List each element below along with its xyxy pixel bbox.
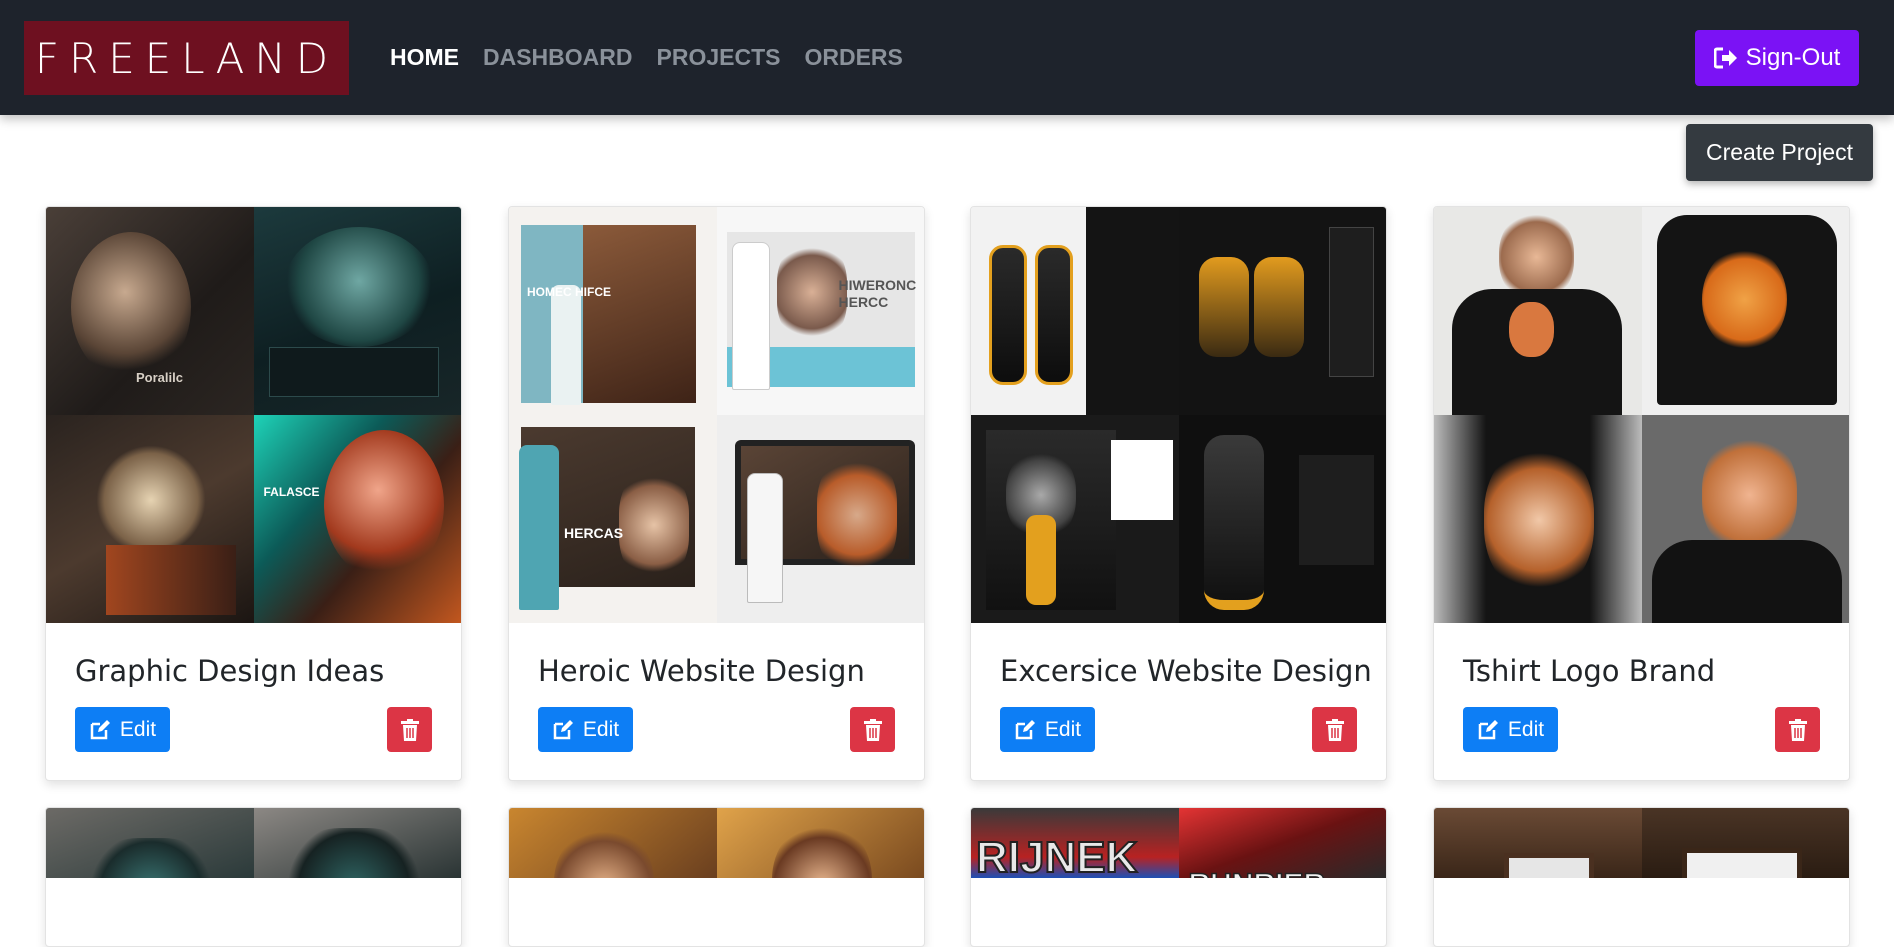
project-title: Graphic Design Ideas bbox=[75, 654, 385, 688]
project-card: RIJNEK RUNRIER bbox=[970, 807, 1387, 947]
edit-icon bbox=[1015, 719, 1035, 739]
edit-label: Edit bbox=[1044, 717, 1082, 741]
nav-orders[interactable]: ORDERS bbox=[804, 44, 902, 71]
edit-icon bbox=[1478, 719, 1498, 739]
project-card bbox=[1433, 807, 1850, 947]
thumb-text: HIWERONC HERCC bbox=[838, 277, 917, 310]
edit-button[interactable]: Edit bbox=[538, 707, 633, 752]
project-card: HOMEC HIFCE HIWERONC HERCC HERCAS Heroic… bbox=[508, 206, 925, 781]
edit-button[interactable]: Edit bbox=[1000, 707, 1095, 752]
project-card bbox=[45, 807, 462, 947]
delete-button[interactable] bbox=[387, 707, 432, 752]
delete-button[interactable] bbox=[1775, 707, 1820, 752]
trash-icon bbox=[863, 718, 882, 741]
thumb-text: Poralilc bbox=[136, 370, 183, 385]
project-card bbox=[508, 807, 925, 947]
edit-button[interactable]: Edit bbox=[75, 707, 170, 752]
top-navbar: FREELAND HOME DASHBOARD PROJECTS ORDERS … bbox=[0, 0, 1894, 115]
edit-icon bbox=[553, 719, 573, 739]
project-title: Tshirt Logo Brand bbox=[1463, 654, 1716, 688]
thumb-text: HERCAS bbox=[564, 525, 624, 541]
thumb-text: RIJNEK bbox=[975, 832, 1138, 878]
trash-icon bbox=[1325, 718, 1344, 741]
delete-button[interactable] bbox=[1312, 707, 1357, 752]
project-thumbnail[interactable]: RIJNEK RUNRIER bbox=[971, 808, 1386, 946]
thumb-text: FALASCE bbox=[263, 485, 320, 499]
sign-out-icon bbox=[1713, 47, 1737, 69]
project-thumbnail[interactable] bbox=[1434, 207, 1849, 623]
edit-icon bbox=[90, 719, 110, 739]
create-project-button[interactable]: Create Project bbox=[1686, 124, 1873, 181]
sign-out-button[interactable]: Sign-Out bbox=[1695, 30, 1859, 86]
thumb-text: RUNRIER bbox=[1188, 867, 1326, 878]
project-thumbnail[interactable]: HOMEC HIFCE HIWERONC HERCC HERCAS bbox=[509, 207, 924, 623]
project-thumbnail[interactable]: Poralilc FALASCE bbox=[46, 207, 461, 623]
project-card: Tshirt Logo Brand Edit bbox=[1433, 206, 1850, 781]
nav-projects[interactable]: PROJECTS bbox=[657, 44, 781, 71]
thumb-text: HOMEC HIFCE bbox=[527, 285, 611, 299]
brand-logo[interactable]: FREELAND bbox=[24, 21, 349, 95]
project-thumbnail[interactable] bbox=[1434, 808, 1849, 946]
project-card: Poralilc FALASCE Graphic Design Ideas Ed… bbox=[45, 206, 462, 781]
project-title: Excersice Website Design bbox=[1000, 654, 1372, 688]
project-card: Excersice Website Design Edit bbox=[970, 206, 1387, 781]
edit-button[interactable]: Edit bbox=[1463, 707, 1558, 752]
nav-links: HOME DASHBOARD PROJECTS ORDERS bbox=[390, 44, 903, 71]
edit-label: Edit bbox=[582, 717, 620, 741]
project-thumbnail[interactable] bbox=[971, 207, 1386, 623]
edit-label: Edit bbox=[119, 717, 157, 741]
edit-label: Edit bbox=[1507, 717, 1545, 741]
trash-icon bbox=[400, 718, 419, 741]
sign-out-label: Sign-Out bbox=[1745, 44, 1841, 71]
nav-dashboard[interactable]: DASHBOARD bbox=[483, 44, 633, 71]
trash-icon bbox=[1788, 718, 1807, 741]
nav-home[interactable]: HOME bbox=[390, 44, 459, 71]
project-thumbnail[interactable] bbox=[46, 808, 461, 946]
project-title: Heroic Website Design bbox=[538, 654, 865, 688]
delete-button[interactable] bbox=[850, 707, 895, 752]
project-thumbnail[interactable] bbox=[509, 808, 924, 946]
